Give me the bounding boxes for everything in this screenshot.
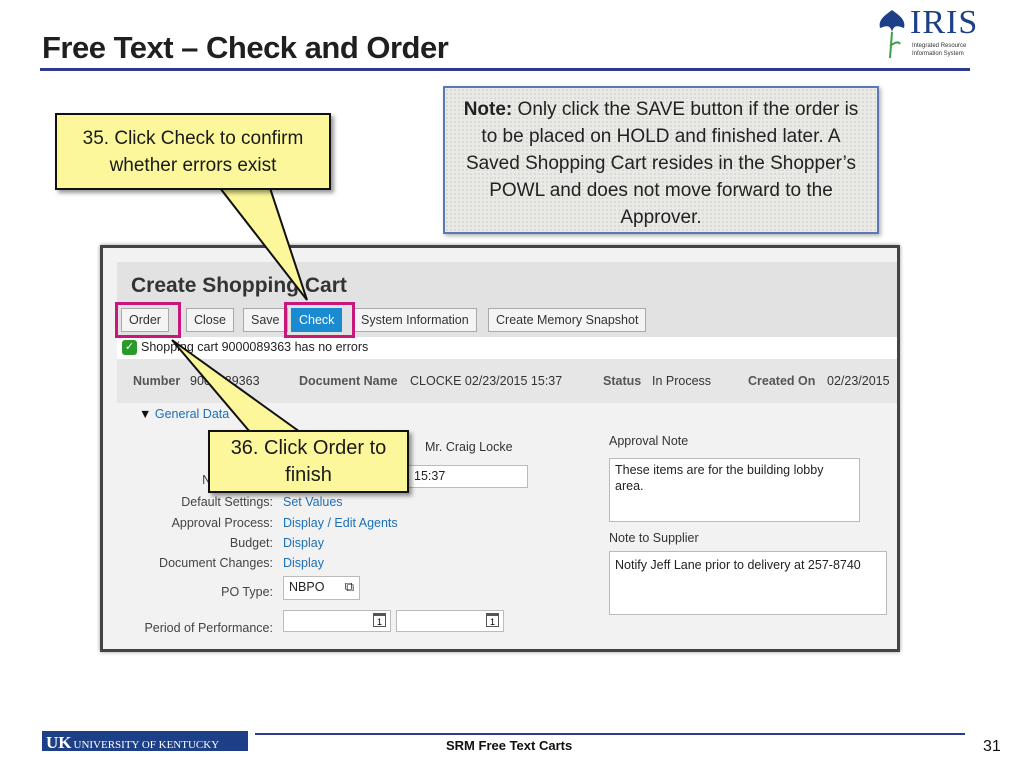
page-number: 31 bbox=[983, 738, 1001, 755]
footer-text: SRM Free Text Carts bbox=[446, 738, 573, 753]
order-highlight bbox=[115, 302, 181, 338]
po-type-value: NBPO bbox=[289, 580, 325, 594]
logo-subtitle: Integrated Resource bbox=[912, 43, 967, 49]
logo-text: IRIS bbox=[910, 4, 979, 41]
value-help-icon[interactable]: ⧉ bbox=[345, 579, 354, 595]
uk-logo-name: UNIVERSITY OF KENTUCKY bbox=[73, 739, 220, 751]
status-label: Status bbox=[603, 374, 642, 388]
po-type-label: PO Type: bbox=[221, 585, 273, 599]
note-to-supplier-label: Note to Supplier bbox=[609, 531, 699, 545]
approval-process-label: Approval Process: bbox=[171, 516, 273, 530]
iris-flower-icon bbox=[879, 10, 905, 59]
document-header-info: Number 9000089363 Document Name CLOCKE 0… bbox=[117, 359, 897, 403]
note-box: Note: Only click the SAVE button if the … bbox=[443, 86, 879, 234]
approval-note-textarea[interactable]: These items are for the building lobby a… bbox=[609, 458, 860, 522]
status-value: In Process bbox=[652, 374, 712, 388]
created-on-value: 02/23/2015 bbox=[827, 374, 890, 388]
period-label: Period of Performance: bbox=[144, 621, 273, 635]
system-information-button[interactable]: System Information bbox=[353, 308, 477, 332]
save-button[interactable]: Save bbox=[243, 308, 288, 332]
note-to-supplier-textarea[interactable]: Notify Jeff Lane prior to delivery at 25… bbox=[609, 551, 887, 615]
number-label: Number bbox=[133, 374, 181, 388]
general-data-toggle[interactable]: ▼ General Data bbox=[139, 407, 229, 421]
document-changes-label: Document Changes: bbox=[159, 556, 273, 570]
success-check-icon: ✓ bbox=[122, 340, 137, 355]
approval-note-label: Approval Note bbox=[609, 434, 689, 448]
created-on-label: Created On bbox=[748, 374, 816, 388]
document-name-label: Document Name bbox=[299, 374, 398, 388]
iris-logo: IRIS Integrated Resource Information Syst… bbox=[874, 4, 977, 62]
triangle-down-icon: ▼ bbox=[139, 407, 152, 421]
buy-on-behalf-value: Mr. Craig Locke bbox=[425, 440, 513, 454]
document-changes-display-link[interactable]: Display bbox=[283, 556, 324, 570]
calendar-icon[interactable]: 1 bbox=[373, 613, 386, 627]
budget-label: Budget: bbox=[229, 536, 273, 550]
title-divider bbox=[40, 68, 970, 71]
calendar-icon[interactable]: 1 bbox=[486, 613, 499, 627]
po-type-field[interactable]: NBPO ⧉ bbox=[283, 576, 360, 600]
general-data-label: General Data bbox=[154, 407, 230, 421]
callout-step-35: 35. Click Check to confirm whether error… bbox=[55, 113, 331, 190]
message-text: Shopping cart 9000089363 has no errors bbox=[141, 340, 369, 354]
logo-subtitle: Information System bbox=[912, 51, 964, 57]
close-button[interactable]: Close bbox=[186, 308, 234, 332]
default-settings-label: Default Settings: bbox=[181, 495, 273, 509]
page-title: Create Shopping Cart bbox=[131, 274, 347, 297]
university-logo: UK UNIVERSITY OF KENTUCKY bbox=[42, 731, 248, 752]
message-bar: ✓ Shopping cart 9000089363 has no errors bbox=[117, 337, 897, 359]
document-name-value: CLOCKE 02/23/2015 15:37 bbox=[410, 374, 563, 388]
uk-logo-abbr: UK bbox=[46, 733, 72, 752]
number-value: 9000089363 bbox=[190, 374, 260, 388]
slide-title: Free Text – Check and Order bbox=[42, 30, 449, 65]
create-memory-snapshot-button[interactable]: Create Memory Snapshot bbox=[488, 308, 647, 332]
budget-display-link[interactable]: Display bbox=[283, 536, 324, 550]
footer-divider bbox=[255, 733, 965, 735]
check-highlight bbox=[284, 302, 355, 338]
display-edit-agents-link[interactable]: Display / Edit Agents bbox=[283, 516, 398, 530]
set-values-link[interactable]: Set Values bbox=[283, 495, 343, 509]
note-text: Only click the SAVE button if the order … bbox=[465, 99, 859, 228]
note-label: Note: bbox=[463, 99, 513, 120]
callout-step-36: 36. Click Order to finish bbox=[208, 430, 409, 493]
